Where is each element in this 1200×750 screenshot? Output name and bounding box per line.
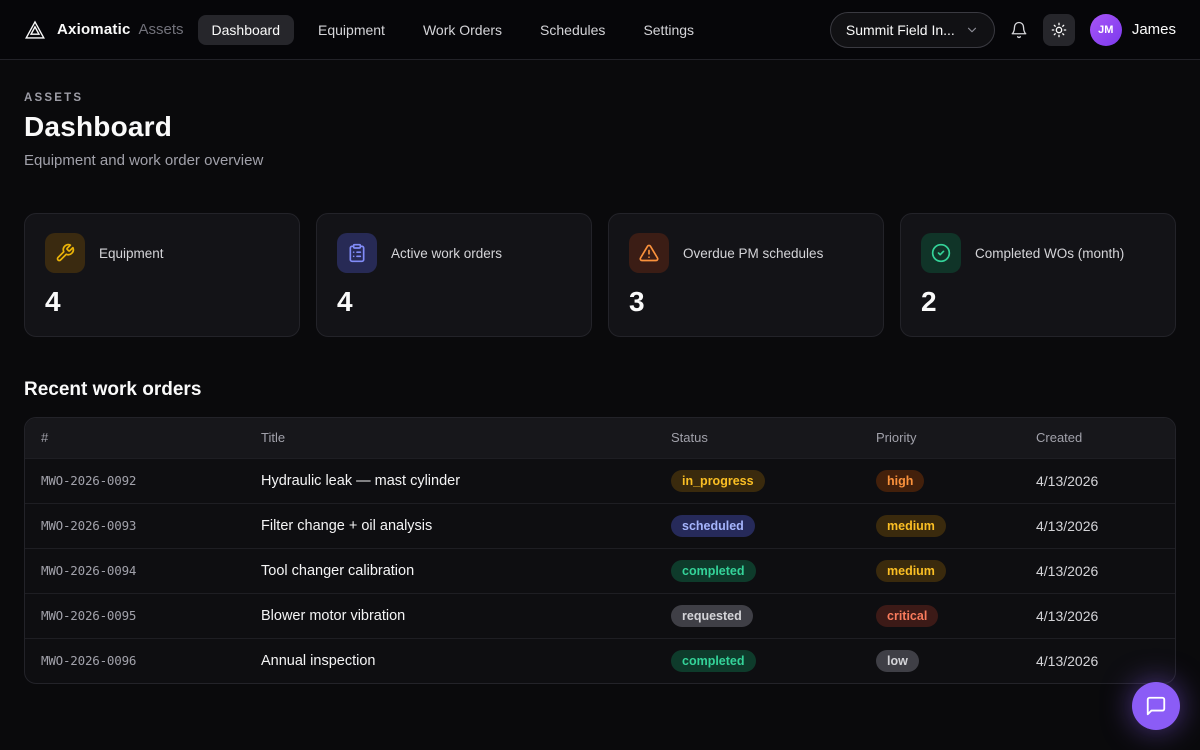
wo-created: 4/13/2026 — [1020, 548, 1175, 593]
wo-title: Filter change + oil analysis — [245, 503, 655, 548]
priority-badge: critical — [876, 605, 938, 627]
chevron-down-icon — [965, 23, 979, 37]
nav-item-dashboard[interactable]: Dashboard — [198, 15, 295, 45]
stat-label: Completed WOs (month) — [975, 246, 1124, 261]
nav-item-work-orders[interactable]: Work Orders — [409, 15, 516, 45]
main-nav: Dashboard Equipment Work Orders Schedule… — [198, 15, 709, 45]
stat-value: 2 — [921, 286, 1155, 318]
page-subtitle: Equipment and work order overview — [24, 152, 1176, 169]
column-header-title: Title — [245, 418, 655, 458]
stat-label: Overdue PM schedules — [683, 246, 823, 261]
logo-triangle-icon — [24, 19, 46, 41]
stat-card-equipment: Equipment 4 — [24, 213, 300, 337]
page-eyebrow: ASSETS — [24, 92, 1176, 104]
org-selector-value: Summit Field In... — [846, 22, 955, 38]
status-badge: completed — [671, 560, 756, 582]
org-selector[interactable]: Summit Field In... — [830, 12, 995, 48]
wo-id: MWO-2026-0093 — [25, 503, 245, 548]
sun-icon — [1051, 22, 1067, 38]
stat-value: 4 — [45, 286, 279, 318]
brand-suffix: Assets — [139, 21, 184, 38]
page-title: Dashboard — [24, 111, 1176, 143]
wo-title: Hydraulic leak — mast cylinder — [245, 458, 655, 503]
stat-value: 4 — [337, 286, 571, 318]
wo-created: 4/13/2026 — [1020, 458, 1175, 503]
table-header-row: # Title Status Priority Created — [25, 418, 1175, 458]
wo-title: Tool changer calibration — [245, 548, 655, 593]
work-orders-table: # Title Status Priority Created MWO-2026… — [24, 417, 1176, 684]
chat-fab-button[interactable] — [1132, 682, 1180, 730]
wo-title: Annual inspection — [245, 638, 655, 683]
stat-cards: Equipment 4 Active work orders 4 — [24, 213, 1176, 337]
stat-value: 3 — [629, 286, 863, 318]
stat-card-completed-wos: Completed WOs (month) 2 — [900, 213, 1176, 337]
priority-badge: high — [876, 470, 924, 492]
status-badge: scheduled — [671, 515, 755, 537]
main-content: ASSETS Dashboard Equipment and work orde… — [0, 92, 1200, 684]
nav-item-schedules[interactable]: Schedules — [526, 15, 619, 45]
wo-created: 4/13/2026 — [1020, 593, 1175, 638]
wo-id: MWO-2026-0096 — [25, 638, 245, 683]
column-header-id: # — [25, 418, 245, 458]
stat-label: Equipment — [99, 246, 164, 261]
column-header-created: Created — [1020, 418, 1175, 458]
brand: Axiomatic Assets — [24, 19, 184, 41]
table-row[interactable]: MWO-2026-0093 Filter change + oil analys… — [25, 503, 1175, 548]
nav-item-settings[interactable]: Settings — [629, 15, 708, 45]
status-badge: requested — [671, 605, 753, 627]
wo-id: MWO-2026-0094 — [25, 548, 245, 593]
topbar-right: Summit Field In... JM James — [830, 12, 1176, 48]
user-menu[interactable]: JM James — [1090, 14, 1176, 46]
wo-created: 4/13/2026 — [1020, 638, 1175, 683]
table-row[interactable]: MWO-2026-0096 Annual inspection complete… — [25, 638, 1175, 683]
wo-id: MWO-2026-0092 — [25, 458, 245, 503]
recent-work-orders-heading: Recent work orders — [24, 379, 1176, 401]
table-row[interactable]: MWO-2026-0094 Tool changer calibration c… — [25, 548, 1175, 593]
wrench-icon — [45, 233, 85, 273]
table-row[interactable]: MWO-2026-0092 Hydraulic leak — mast cyli… — [25, 458, 1175, 503]
priority-badge: low — [876, 650, 919, 672]
status-badge: completed — [671, 650, 756, 672]
wo-created: 4/13/2026 — [1020, 503, 1175, 548]
brand-name: Axiomatic — [57, 21, 131, 38]
table-row[interactable]: MWO-2026-0095 Blower motor vibration req… — [25, 593, 1175, 638]
avatar: JM — [1090, 14, 1122, 46]
notifications-button[interactable] — [1010, 21, 1028, 39]
alert-triangle-icon — [629, 233, 669, 273]
check-circle-icon — [921, 233, 961, 273]
bell-icon — [1010, 21, 1028, 39]
wo-id: MWO-2026-0095 — [25, 593, 245, 638]
nav-item-equipment[interactable]: Equipment — [304, 15, 399, 45]
wo-title: Blower motor vibration — [245, 593, 655, 638]
priority-badge: medium — [876, 560, 946, 582]
stat-card-overdue-pm: Overdue PM schedules 3 — [608, 213, 884, 337]
clipboard-icon — [337, 233, 377, 273]
status-badge: in_progress — [671, 470, 765, 492]
column-header-status: Status — [655, 418, 860, 458]
chat-bubble-icon — [1145, 695, 1167, 717]
stat-label: Active work orders — [391, 246, 502, 261]
stat-card-active-work-orders: Active work orders 4 — [316, 213, 592, 337]
theme-toggle-button[interactable] — [1043, 14, 1075, 46]
user-name: James — [1132, 21, 1176, 38]
column-header-priority: Priority — [860, 418, 1020, 458]
top-navbar: Axiomatic Assets Dashboard Equipment Wor… — [0, 0, 1200, 60]
priority-badge: medium — [876, 515, 946, 537]
